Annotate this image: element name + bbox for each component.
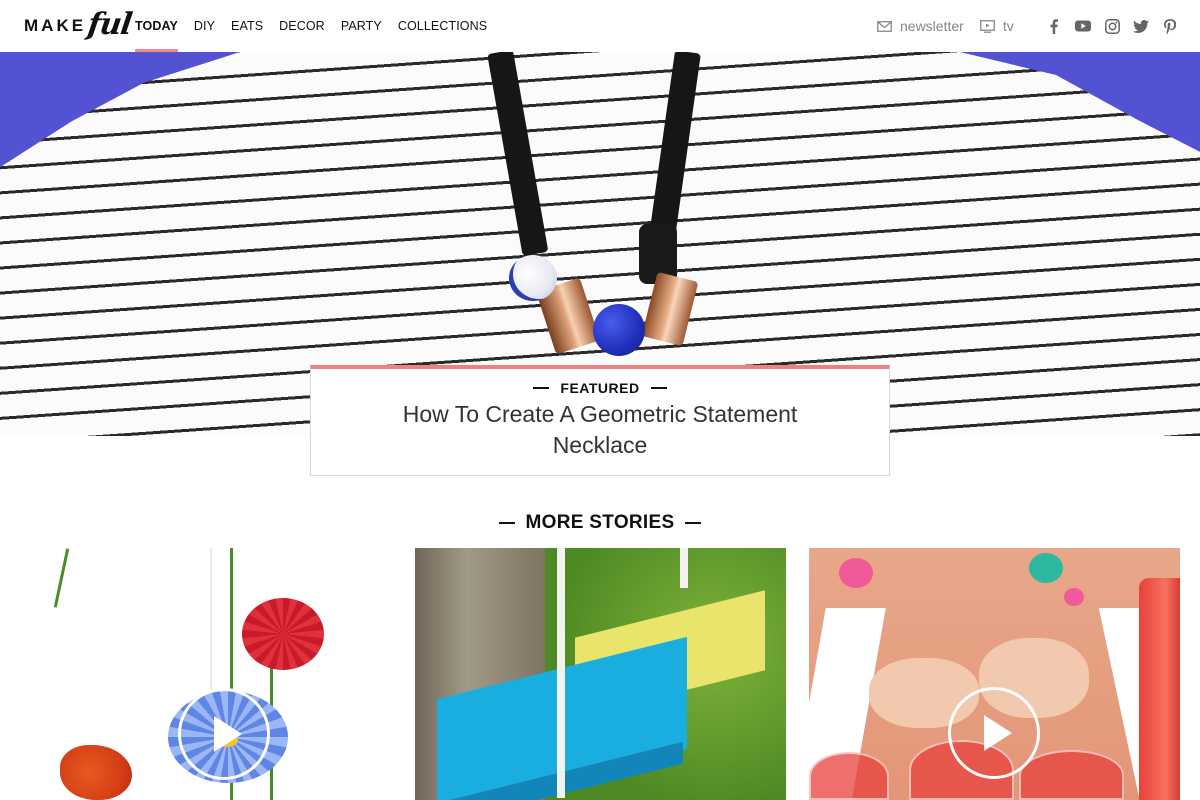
drink-pitcher [1139, 578, 1180, 800]
featured-card[interactable]: FEATURED How To Create A Geometric State… [310, 365, 890, 476]
dash-right [685, 522, 702, 524]
pinterest-icon[interactable] [1162, 18, 1178, 34]
necklace-bead-white [509, 255, 557, 301]
more-stories-label: MORE STORIES [525, 512, 675, 533]
mail-icon [877, 20, 892, 32]
necklace-bead-blue [593, 304, 645, 356]
story-card-flowers[interactable] [20, 548, 391, 800]
red-gerbera-flower [242, 598, 324, 670]
tv-icon [979, 19, 995, 33]
nav-item-today[interactable]: TODAY [135, 0, 178, 52]
embroidery-flower [1064, 588, 1084, 606]
play-icon [984, 715, 1012, 751]
swing-rope [557, 608, 565, 798]
newsletter-link[interactable]: newsletter [877, 18, 964, 34]
flower-stem [53, 548, 70, 608]
featured-label: FEATURED [560, 380, 640, 396]
dash-left [498, 522, 515, 524]
social-links [1046, 0, 1191, 52]
nav-item-party[interactable]: PARTY [341, 0, 382, 52]
cocktail-glass [809, 752, 889, 800]
embroidery-flower [1029, 553, 1063, 583]
flower-stem [210, 548, 212, 698]
story-card-swing[interactable] [415, 548, 786, 800]
play-video-button[interactable] [178, 688, 270, 780]
featured-label-row: FEATURED [311, 380, 889, 396]
embroidery-flower [839, 558, 873, 588]
featured-title[interactable]: How To Create A Geometric Statement Neck… [360, 399, 840, 461]
more-stories-heading: MORE STORIES [0, 512, 1200, 534]
play-icon [214, 716, 242, 752]
orange-flower [60, 745, 132, 800]
dash-left [533, 387, 550, 389]
nav-item-collections[interactable]: COLLECTIONS [398, 0, 487, 52]
tv-label: tv [1002, 18, 1014, 34]
story-card-drinks[interactable] [809, 548, 1180, 800]
twitter-icon[interactable] [1133, 18, 1149, 34]
play-video-button[interactable] [948, 687, 1040, 779]
logo-make-text: MAKE [24, 16, 87, 35]
logo-ful-text: ful [85, 6, 134, 42]
tv-link[interactable]: tv [979, 18, 1014, 34]
nav-item-diy[interactable]: DIY [194, 0, 215, 52]
newsletter-label: newsletter [900, 18, 964, 34]
site-header: MAKE ful TODAY DIY EATS DECOR PARTY COLL… [0, 0, 1200, 52]
makeful-logo[interactable]: MAKE ful [24, 4, 134, 48]
youtube-icon[interactable] [1075, 18, 1091, 34]
cocktail-glass [1019, 750, 1124, 800]
utility-links: newsletter tv [877, 0, 1030, 52]
dash-right [650, 387, 667, 389]
main-nav: TODAY DIY EATS DECOR PARTY COLLECTIONS [135, 0, 503, 52]
nav-item-eats[interactable]: EATS [231, 0, 263, 52]
instagram-icon[interactable] [1104, 18, 1120, 34]
facebook-icon[interactable] [1046, 18, 1062, 34]
swing-rope [680, 548, 688, 588]
nav-item-decor[interactable]: DECOR [279, 0, 325, 52]
